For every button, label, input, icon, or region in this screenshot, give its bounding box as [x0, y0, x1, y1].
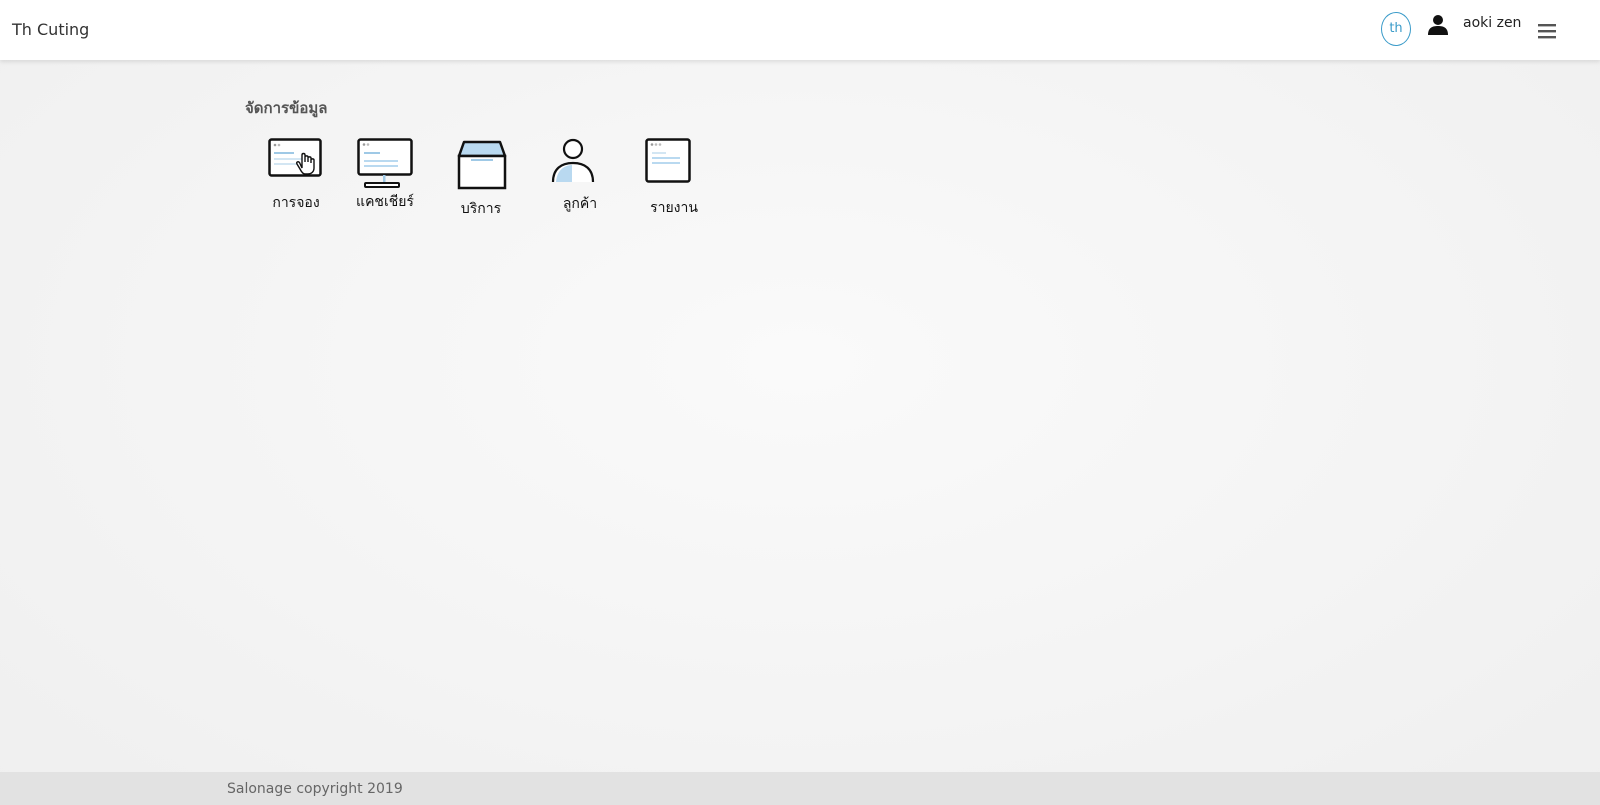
tile-cashier[interactable]: แคชเชียร์	[345, 136, 425, 220]
language-switch[interactable]: th	[1381, 12, 1411, 46]
tile-booking[interactable]: การจอง	[256, 136, 336, 220]
user-icon[interactable]	[1427, 14, 1449, 36]
tile-service-label: บริการ	[460, 201, 502, 217]
tile-service[interactable]: บริการ	[441, 136, 521, 220]
tile-booking-label: การจอง	[272, 195, 320, 211]
booking-icon	[268, 138, 322, 177]
section-title: จัดการข้อมูล	[245, 99, 328, 117]
tile-report-label: รายงาน	[650, 200, 698, 216]
hamburger-menu-icon[interactable]	[1537, 22, 1557, 40]
user-name-link[interactable]: aoki zen	[1463, 15, 1521, 31]
cashier-monitor-icon	[357, 138, 413, 188]
top-navbar: Th Cuting th aoki zen	[0, 0, 1600, 60]
app-brand[interactable]: Th Cuting	[12, 20, 89, 39]
tile-cashier-label: แคชเชียร์	[356, 194, 414, 210]
tile-customer[interactable]: ลูกค้า	[540, 136, 620, 220]
tile-customer-label: ลูกค้า	[562, 196, 598, 212]
footer: Salonage copyright 2019	[0, 772, 1600, 805]
tile-report[interactable]: รายงาน	[634, 136, 714, 220]
report-icon	[645, 138, 691, 183]
service-box-icon	[457, 140, 507, 190]
footer-copyright: Salonage copyright 2019	[227, 781, 403, 797]
customer-icon	[551, 138, 595, 183]
